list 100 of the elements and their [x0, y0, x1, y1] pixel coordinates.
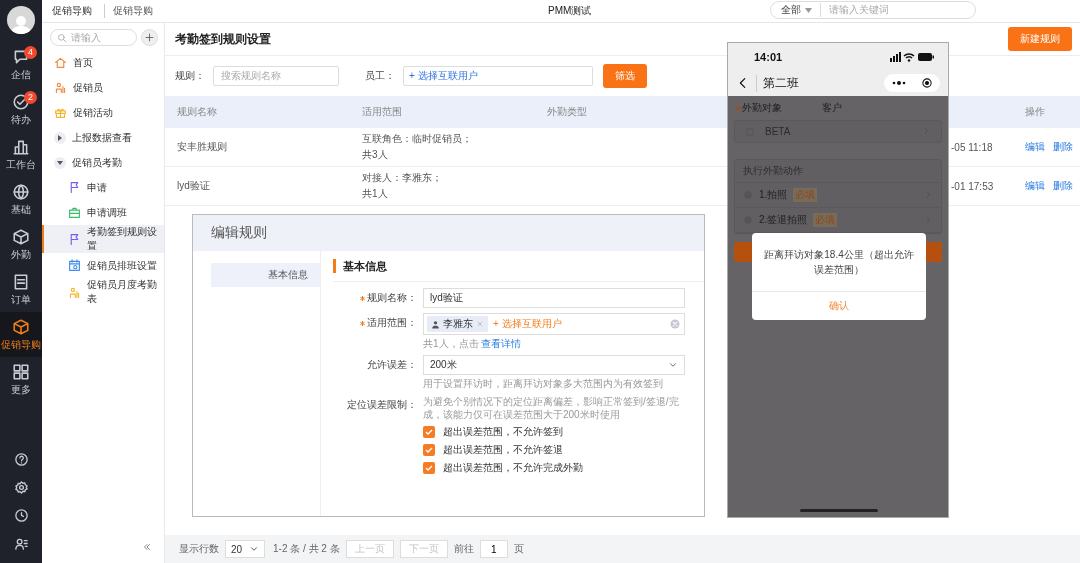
column-header: 外勤类型	[546, 105, 588, 119]
table-cell-text: 对接人：李雅东；	[362, 171, 443, 185]
more-icon[interactable]	[891, 81, 906, 85]
rows-label: 显示行数	[179, 542, 219, 556]
table-cell-text: 互联角色：临时促销员；	[362, 132, 473, 146]
user-picker-field[interactable]: 李雅东 + 选择互联用户	[423, 313, 685, 335]
range-text: 1-2 条 / 共 2 条	[273, 542, 340, 556]
field-label: 规则名称：	[367, 291, 417, 305]
collapsed-caret-icon[interactable]	[54, 131, 66, 144]
hint-text: 共1人，点击 查看详情	[423, 337, 523, 350]
checkbox-label: 超出误差范围，不允许签退	[443, 443, 563, 457]
input-field[interactable]: lyd验证	[423, 288, 685, 308]
rail-item[interactable]: 基础	[0, 177, 42, 222]
field-label: 允许误差：	[367, 358, 417, 372]
dialog-title: 编辑规则	[211, 224, 267, 242]
field-label: 适用范围：	[367, 316, 417, 330]
avatar[interactable]	[7, 6, 35, 34]
hint-text: 为避免个别情况下的定位距离偏差，影响正常签到/签退/完成，该能力仅可在误差范围大于200米时使用	[423, 395, 680, 421]
rail-item[interactable]: 企信 4	[0, 42, 42, 87]
people-icon	[68, 285, 81, 299]
status-time: 14:01	[754, 50, 783, 63]
section-title: 基本信息	[333, 259, 387, 273]
chevron-down-icon	[249, 544, 259, 554]
add-button[interactable]	[141, 29, 158, 46]
count-badge: 2	[24, 91, 37, 104]
action-link[interactable]: 删除	[1053, 140, 1073, 154]
rail-item[interactable]: 待办 2	[0, 87, 42, 132]
section-tab[interactable]: 基本信息	[211, 263, 320, 287]
nav-item[interactable]: 首页	[42, 50, 164, 75]
target-icon[interactable]	[920, 77, 933, 89]
rail-item[interactable]: 促销导购	[0, 312, 42, 357]
breadcrumb[interactable]: 促销导购	[104, 4, 153, 18]
cube-icon	[12, 227, 30, 246]
nav-item[interactable]: 上报数据查看	[42, 125, 164, 150]
user-picker-field[interactable]: + 选择互联用户	[403, 66, 593, 86]
rail-item[interactable]: 外勤	[0, 222, 42, 267]
nav-item[interactable]: 促销员月度考勤表	[42, 278, 164, 306]
rail-item[interactable]: 订单	[0, 267, 42, 312]
action-link[interactable]: 编辑	[1025, 179, 1045, 193]
calendar-icon	[68, 259, 81, 272]
globe-icon	[12, 182, 30, 201]
flag-icon	[68, 181, 81, 194]
checkbox[interactable]	[423, 426, 435, 438]
field-label: 外勤对象	[742, 101, 782, 115]
briefcase-icon	[68, 206, 81, 219]
people-icon	[54, 81, 67, 94]
nav-item[interactable]: 促销员考勤	[42, 150, 164, 175]
field-label: 定位误差限制：	[347, 398, 417, 412]
nav-item[interactable]: 申请调班	[42, 200, 164, 225]
search-icon	[57, 32, 67, 43]
goto-label: 前往	[453, 542, 474, 556]
check-circle-icon	[12, 92, 30, 111]
help-icon[interactable]	[13, 451, 29, 467]
double-chevron-left-icon	[142, 542, 152, 552]
gift-icon	[54, 106, 67, 119]
breadcrumb[interactable]: 促销导购	[52, 4, 92, 18]
person-silhouette-icon	[10, 14, 32, 34]
field-value: 客户	[822, 101, 842, 115]
hint-text: 用于设置拜访时，距离拜访对象多大范围内为有效签到	[423, 377, 664, 390]
cube-icon	[12, 317, 30, 336]
document-icon	[12, 272, 30, 291]
filter-label: 规则：	[175, 69, 205, 83]
grid-icon	[12, 362, 30, 381]
table-cell-text: -01 17:53	[951, 180, 995, 192]
column-header: 操作	[1024, 105, 1046, 119]
person-icon	[431, 319, 440, 329]
page-input[interactable]: 1	[479, 540, 508, 558]
checkbox[interactable]	[423, 462, 435, 474]
page-title: 考勤签到规则设置	[175, 30, 271, 48]
page-size-select[interactable]: 20	[225, 540, 265, 558]
company-title: PMM测试	[548, 4, 592, 18]
filter-label: 员工：	[365, 69, 395, 83]
column-header: 规则名称	[176, 105, 218, 119]
rail-item[interactable]: 更多	[0, 357, 42, 402]
nav-item[interactable]: 促销员	[42, 75, 164, 100]
home-icon	[54, 56, 67, 69]
rail-item[interactable]: 工作台	[0, 132, 42, 177]
action-link[interactable]: 删除	[1053, 179, 1073, 193]
table-cell-text: 共1人	[362, 187, 389, 201]
count-badge: 4	[24, 46, 37, 59]
clock-icon[interactable]	[13, 507, 29, 523]
nav-item[interactable]: 促销活动	[42, 100, 164, 125]
column-header: 适用范围	[361, 105, 403, 119]
page-suffix: 页	[513, 542, 524, 556]
settings-icon[interactable]	[13, 479, 29, 495]
details-link[interactable]: 查看详情	[481, 338, 522, 349]
action-link[interactable]: 编辑	[1025, 140, 1045, 154]
table-cell-text: lyd验证	[176, 179, 211, 193]
dropdown-caret-icon[interactable]	[805, 7, 812, 13]
checkbox-label: 超出误差范围，不允许完成外勤	[443, 461, 583, 475]
nav-item[interactable]: 考勤签到规则设置	[42, 225, 164, 253]
expanded-caret-icon[interactable]	[54, 156, 66, 169]
user-tag[interactable]: 李雅东	[427, 316, 488, 332]
capsule-menu[interactable]	[884, 74, 940, 92]
nav-item[interactable]: 申请	[42, 175, 164, 200]
alert-message: 距离拜访对象18.4公里（超出允许误差范围）	[752, 233, 926, 292]
checkbox[interactable]	[423, 444, 435, 456]
nav-item[interactable]: 促销员排班设置	[42, 253, 164, 278]
select-field[interactable]: 200米	[423, 355, 685, 375]
checkbox-label: 超出误差范围，不允许签到	[443, 425, 563, 439]
